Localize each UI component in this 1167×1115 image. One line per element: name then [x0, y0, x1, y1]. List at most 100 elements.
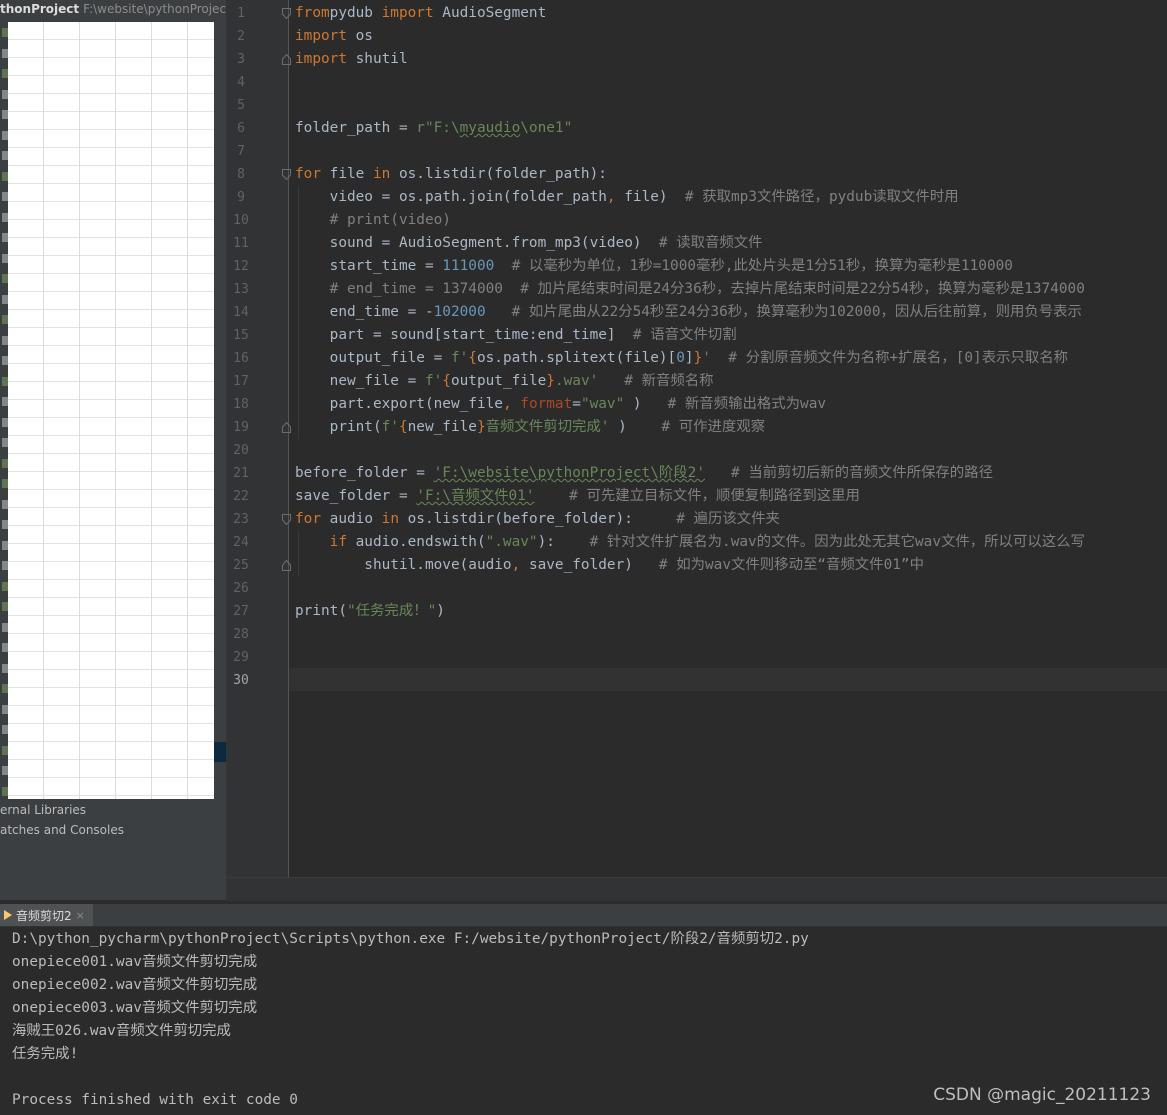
code-token: 'F:\website\pythonProject\阶段2' — [433, 465, 705, 481]
code-token: from — [295, 5, 330, 21]
code-token: , — [502, 396, 512, 412]
horizontal-scrollbar[interactable] — [226, 877, 1167, 901]
code-line[interactable]: output_file = f'{os.path.splitext(file)[… — [295, 347, 1068, 370]
code-line[interactable]: start_time = 111000 # 以毫秒为单位，1秒=1000毫秒,此… — [295, 255, 1013, 278]
line-number: 7 — [237, 144, 245, 159]
code-token: { — [398, 419, 408, 435]
code-token: part = sound[start_time:end_time] — [295, 327, 633, 343]
code-token: ): — [537, 534, 590, 550]
code-token: ) — [609, 419, 662, 435]
line-number: 12 — [233, 259, 249, 274]
code-token: # 当前剪切后新的音频文件所保存的路径 — [731, 465, 993, 481]
code-token: shutil — [346, 51, 408, 67]
code-token: \one1" — [520, 120, 573, 136]
code-line[interactable]: if audio.endswith(".wav"): # 针对文件扩展名为.wa… — [295, 531, 1085, 554]
code-token: print( — [295, 603, 347, 619]
console-line: 海贼王026.wav音频文件剪切完成 — [12, 1023, 231, 1039]
line-number: 10 — [233, 213, 249, 228]
line-number: 13 — [233, 282, 249, 297]
code-token: # 如片尾曲从22分54秒至24分36秒，换算毫秒为102000，因从后往前算，… — [511, 304, 1082, 320]
fold-marker-icon[interactable] — [282, 169, 291, 180]
code-line[interactable]: for file in os.listdir(folder_path): — [295, 163, 607, 186]
code-line[interactable]: sound = AudioSegment.from_mp3(video) # 读… — [295, 232, 763, 255]
code-token: pydub — [329, 5, 382, 21]
code-token: video = os.path.join(folder_path — [295, 189, 607, 205]
console-line: onepiece003.wav音频文件剪切完成 — [12, 1000, 258, 1016]
code-token: { — [442, 373, 451, 389]
tree-item-scratches-consoles[interactable]: atches and Consoles — [0, 823, 124, 837]
code-token: # 获取mp3文件路径，pydub读取文件时用 — [684, 189, 959, 205]
code-token: { — [468, 350, 477, 366]
code-token: # end_time = 1374000 # 加片尾结束时间是24分36秒，去掉… — [295, 281, 1085, 297]
code-line[interactable]: save_folder = 'F:\音频文件01' # 可先建立目标文件，顺便复… — [295, 485, 860, 508]
fold-marker-icon[interactable] — [282, 514, 291, 525]
run-tab[interactable]: 音频剪切2 × — [0, 904, 93, 926]
code-line[interactable]: import os — [295, 25, 373, 48]
line-number: 18 — [233, 397, 249, 412]
code-line[interactable]: print(f'{new_file}音频文件剪切完成' ) # 可作进度观察 — [295, 416, 765, 439]
console-line: onepiece002.wav音频文件剪切完成 — [12, 977, 258, 993]
code-token: os.listdir(before_folder): — [398, 511, 677, 527]
line-number: 11 — [233, 236, 249, 251]
code-token: in — [372, 166, 391, 182]
code-token: AudioSegment — [433, 5, 547, 21]
code-line[interactable]: video = os.path.join(folder_path, file) … — [295, 186, 959, 209]
line-number: 14 — [233, 305, 249, 320]
project-tree-items[interactable] — [0, 22, 8, 802]
line-number: 25 — [233, 558, 249, 573]
spreadsheet-overlay — [8, 22, 214, 799]
code-line[interactable]: for audio in os.listdir(before_folder): … — [295, 508, 780, 531]
code-token: import — [295, 51, 347, 67]
code-line[interactable]: end_time = -102000 # 如片尾曲从22分54秒至24分36秒，… — [295, 301, 1082, 324]
code-line[interactable]: shutil.move(audio, save_folder) # 如为wav文… — [295, 554, 924, 577]
line-number: 22 — [233, 489, 249, 504]
code-line[interactable]: # print(video) — [295, 209, 451, 232]
run-tab-label: 音频剪切2 — [16, 908, 72, 923]
console-line: onepiece001.wav音频文件剪切完成 — [12, 954, 258, 970]
code-token: before_folder = — [295, 465, 434, 481]
project-header[interactable]: thonProject F:\website\pythonProject — [0, 2, 231, 22]
fold-marker-icon[interactable] — [282, 422, 291, 433]
fold-marker-icon[interactable] — [282, 54, 291, 65]
fold-marker-icon[interactable] — [282, 560, 291, 571]
code-line[interactable]: folder_path = r"F:\myaudio\one1" — [295, 117, 572, 140]
code-token: ".wav" — [485, 534, 538, 550]
project-panel: thonProject F:\website\pythonProject erna… — [0, 0, 231, 900]
code-token: # 新音频输出格式为wav — [667, 396, 827, 412]
fold-marker-icon[interactable] — [282, 8, 291, 19]
code-token: 'F:\音频文件01' — [416, 488, 535, 504]
code-token: r"F:\ — [416, 120, 460, 136]
close-icon[interactable]: × — [76, 909, 85, 922]
code-token: 111000 — [442, 258, 495, 274]
code-token: for — [295, 166, 321, 182]
code-token: save_folder = — [295, 488, 417, 504]
code-token: new_file — [407, 419, 477, 435]
code-token: "任务完成！" — [346, 603, 437, 619]
code-token: # 新音频名称 — [624, 373, 714, 389]
code-token: for — [295, 511, 321, 527]
tree-item-external-libraries[interactable]: ernal Libraries — [0, 803, 86, 817]
code-token: # 可作进度观察 — [661, 419, 766, 435]
watermark: CSDN @magic_20211123 — [933, 1085, 1151, 1105]
line-number: 15 — [233, 328, 249, 343]
code-line[interactable]: import shutil — [295, 48, 408, 71]
line-number: 21 — [233, 466, 249, 481]
code-token: f' — [424, 373, 443, 389]
code-line[interactable]: part.export(new_file, format="wav" ) # 新… — [295, 393, 826, 416]
code-token: # 以毫秒为单位，1秒=1000毫秒,此处片头是1分51秒，换算为毫秒是1100… — [511, 258, 1013, 274]
code-line[interactable]: frompydub import AudioSegment — [295, 2, 546, 25]
code-line[interactable]: # end_time = 1374000 # 加片尾结束时间是24分36秒，去掉… — [295, 278, 1085, 301]
code-token: ' — [702, 350, 711, 366]
code-line[interactable]: before_folder = 'F:\website\pythonProjec… — [295, 462, 993, 485]
code-line[interactable]: print("任务完成！") — [295, 600, 445, 623]
line-number: 29 — [233, 650, 249, 665]
code-token: # 可先建立目标文件，顺便复制路径到这里用 — [569, 488, 860, 504]
code-editor[interactable]: 1 2 3 4 5 6 7 8 9 10 11 12 13 14 15 16 17 18 19 20 21 22 23 24 2… — [226, 0, 1167, 877]
code-token: os — [346, 28, 373, 44]
code-line[interactable]: new_file = f'{output_file}.wav' # 新音频名称 — [295, 370, 714, 393]
code-token: # 遍历该文件夹 — [676, 511, 780, 527]
line-number: 9 — [237, 190, 245, 205]
code-line[interactable]: part = sound[start_time:end_time] # 语音文件… — [295, 324, 737, 347]
